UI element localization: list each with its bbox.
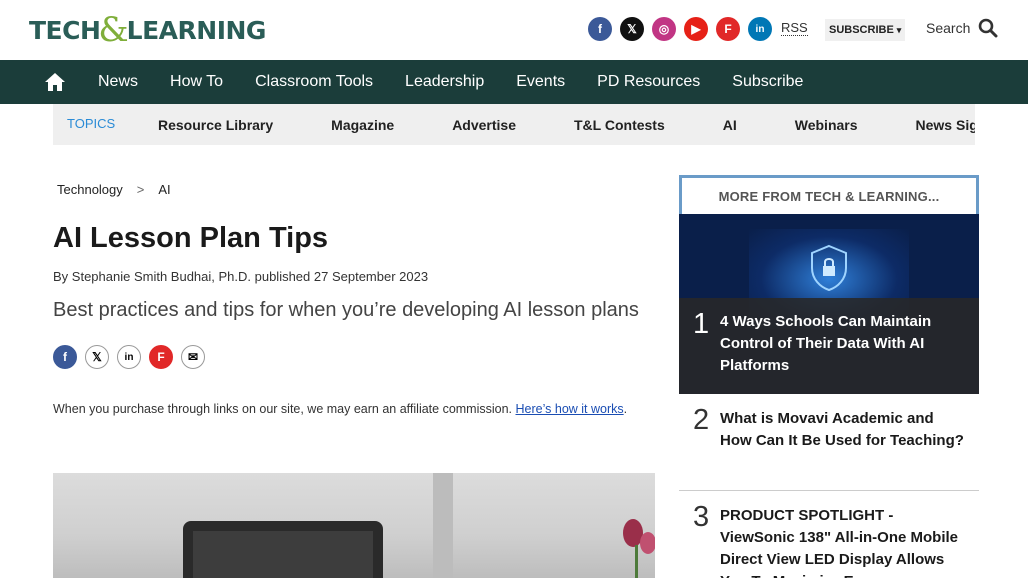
shield-icon [811, 244, 847, 292]
flipboard-icon[interactable]: F [716, 17, 740, 41]
hero-image [53, 473, 655, 578]
share-x-icon[interactable]: 𝕏 [85, 345, 109, 369]
sidebar-item-3[interactable]: 3 PRODUCT SPOTLIGHT - ViewSonic 138" All… [679, 491, 979, 578]
top-header: TECH & LEARNING f 𝕏 ◎ ▶ F in RSS SUBSCRI… [0, 0, 1028, 60]
subscribe-dropdown[interactable]: SUBSCRIBE ▾ [825, 19, 906, 41]
nav-item-news[interactable]: News [82, 73, 154, 91]
more-from-heading: MORE FROM TECH & LEARNING... [679, 175, 979, 215]
share-buttons: f 𝕏 in F ✉ [53, 345, 205, 369]
logo-ampersand: & [98, 10, 129, 50]
topic-ai[interactable]: AI [723, 117, 737, 133]
sidebar-rank-1: 1 [693, 308, 710, 340]
logo-text-learning: LEARNING [126, 15, 267, 45]
topics-label: TOPICS [67, 116, 116, 131]
sidebar-rank-3: 3 [693, 501, 710, 533]
instagram-icon[interactable]: ◎ [652, 17, 676, 41]
sidebar-item-1-overlay: 1 4 Ways Schools Can Maintain Control of… [679, 298, 979, 394]
topic-news-signup[interactable]: News Sig [916, 117, 975, 133]
affiliate-disclosure: When you purchase through links on our s… [53, 400, 653, 418]
sidebar-item-2[interactable]: 2 What is Movavi Academic and How Can It… [679, 394, 979, 491]
more-from-heading-text: MORE FROM TECH & LEARNING... [718, 189, 940, 204]
home-icon[interactable] [44, 72, 66, 92]
subscribe-label: SUBSCRIBE [829, 24, 894, 36]
sidebar-item-3-title[interactable]: PRODUCT SPOTLIGHT - ViewSonic 138" All-i… [720, 505, 965, 578]
linkedin-icon[interactable]: in [748, 17, 772, 41]
affiliate-period: . [623, 402, 628, 416]
social-links: f 𝕏 ◎ ▶ F in [588, 17, 772, 41]
logo-text-tech: TECH [29, 15, 101, 45]
topic-magazine[interactable]: Magazine [331, 117, 394, 133]
sidebar-item-1[interactable]: 1 4 Ways Schools Can Maintain Control of… [679, 214, 979, 394]
share-facebook-icon[interactable]: f [53, 345, 77, 369]
nav-items: News How To Classroom Tools Leadership E… [82, 60, 819, 104]
search-label: Search [926, 20, 971, 36]
topic-webinars[interactable]: Webinars [795, 117, 858, 133]
site-logo[interactable]: TECH & LEARNING [29, 10, 267, 50]
nav-item-leadership[interactable]: Leadership [389, 73, 500, 91]
nav-item-pd-resources[interactable]: PD Resources [581, 73, 716, 91]
article-strapline: Best practices and tips for when you’re … [53, 299, 639, 321]
nav-item-subscribe[interactable]: Subscribe [716, 73, 819, 91]
article-byline: By Stephanie Smith Budhai, Ph.D. publish… [53, 269, 429, 284]
topic-tl-contests[interactable]: T&L Contests [574, 117, 665, 133]
affiliate-how-it-works-link[interactable]: Here’s how it works [516, 402, 624, 416]
search-icon [979, 18, 998, 38]
affiliate-text: When you purchase through links on our s… [53, 402, 516, 416]
share-email-icon[interactable]: ✉ [181, 345, 205, 369]
topics-list: Resource Library Magazine Advertise T&L … [158, 104, 975, 145]
breadcrumb-separator: > [136, 182, 145, 197]
breadcrumb: Technology > AI [57, 182, 171, 197]
nav-item-events[interactable]: Events [500, 73, 581, 91]
nav-item-classroom-tools[interactable]: Classroom Tools [239, 73, 389, 91]
share-linkedin-icon[interactable]: in [117, 345, 141, 369]
topic-advertise[interactable]: Advertise [452, 117, 516, 133]
main-navigation: News How To Classroom Tools Leadership E… [0, 60, 1028, 104]
search-button[interactable]: Search [926, 18, 998, 38]
caret-down-icon: ▾ [896, 24, 902, 35]
facebook-icon[interactable]: f [588, 17, 612, 41]
rss-link[interactable]: RSS [781, 21, 808, 36]
topics-bar: TOPICS Resource Library Magazine Adverti… [53, 104, 975, 145]
sidebar-item-2-title[interactable]: What is Movavi Academic and How Can It B… [720, 408, 965, 452]
x-icon[interactable]: 𝕏 [620, 17, 644, 41]
hero-laptop-screen [193, 531, 373, 578]
youtube-icon[interactable]: ▶ [684, 17, 708, 41]
breadcrumb-ai[interactable]: AI [158, 182, 170, 197]
breadcrumb-technology[interactable]: Technology [57, 182, 123, 197]
nav-item-how-to[interactable]: How To [154, 73, 239, 91]
share-flipboard-icon[interactable]: F [149, 345, 173, 369]
sidebar-item-1-title[interactable]: 4 Ways Schools Can Maintain Control of T… [720, 311, 965, 377]
hero-background-post [433, 473, 453, 578]
hero-flowers [623, 519, 655, 578]
page-title: AI Lesson Plan Tips [53, 222, 329, 254]
topic-resource-library[interactable]: Resource Library [158, 117, 273, 133]
sidebar-rank-2: 2 [693, 404, 710, 436]
